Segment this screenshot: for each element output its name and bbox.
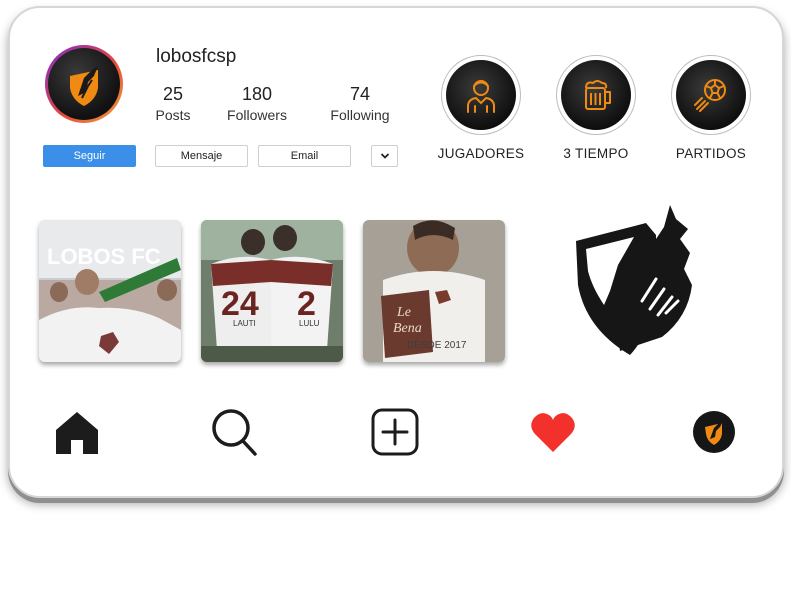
profile-avatar-icon xyxy=(693,411,735,453)
svg-text:Bena: Bena xyxy=(393,321,422,336)
post-photo-team-backs: 24 2 LAUTI LULU xyxy=(201,220,343,362)
stat-followers[interactable]: 180 Followers xyxy=(212,84,302,123)
highlight-label-jugadores: JUGADORES xyxy=(437,146,525,161)
home-icon xyxy=(56,412,98,454)
profile-nav-button[interactable] xyxy=(692,410,736,459)
highlight-jugadores[interactable] xyxy=(441,55,521,135)
stat-following[interactable]: 74 Following xyxy=(315,84,405,123)
search-nav-button[interactable] xyxy=(211,408,257,461)
post-2-jersey-left: 24 xyxy=(221,285,259,323)
more-options-button[interactable] xyxy=(371,145,398,167)
username: lobosfcsp xyxy=(156,46,237,67)
heart-icon xyxy=(531,413,575,452)
wolf-shield-logo xyxy=(576,205,692,355)
email-button[interactable]: Email xyxy=(258,145,351,167)
svg-text:Le: Le xyxy=(396,305,411,320)
followers-label: Followers xyxy=(227,107,287,123)
chevron-down-icon xyxy=(380,153,389,159)
post-2-jersey-right: 2 xyxy=(297,285,316,323)
activity-nav-button[interactable] xyxy=(530,410,576,459)
post-thumbnail[interactable]: 24 2 LAUTI LULU xyxy=(201,220,343,362)
player-icon xyxy=(467,80,495,113)
post-photo-jersey-display: Le Bena DESDE 2017 xyxy=(363,220,505,362)
beer-mug-icon xyxy=(585,80,611,110)
highlight-3-tiempo[interactable] xyxy=(556,55,636,135)
search-icon xyxy=(212,409,257,456)
posts-label: Posts xyxy=(155,107,191,123)
profile-avatar[interactable] xyxy=(45,45,123,123)
post-3-caption: DESDE 2017 xyxy=(407,340,467,351)
post-thumbnail[interactable]: LOBOS FC xyxy=(39,220,181,362)
wolf-logo-icon xyxy=(70,66,98,106)
post-photo-celebration: LOBOS FC xyxy=(39,220,181,362)
following-count: 74 xyxy=(349,84,371,104)
soccer-ball-icon xyxy=(694,79,726,112)
post-2-name-left: LAUTI xyxy=(233,319,256,328)
highlight-label-3-tiempo: 3 TIEMPO xyxy=(563,146,629,161)
add-post-nav-button[interactable] xyxy=(371,408,419,461)
post-1-caption: LOBOS FC xyxy=(47,244,161,269)
add-post-icon xyxy=(371,408,419,456)
home-nav-button[interactable] xyxy=(54,410,100,459)
posts-count: 25 xyxy=(162,84,184,104)
followers-count: 180 xyxy=(241,84,273,104)
message-button[interactable]: Mensaje xyxy=(155,145,248,167)
highlight-partidos[interactable] xyxy=(671,55,751,135)
following-label: Following xyxy=(330,107,390,123)
post-thumbnail[interactable]: Le Bena DESDE 2017 xyxy=(363,220,505,362)
highlight-label-partidos: PARTIDOS xyxy=(675,146,747,161)
follow-button[interactable]: Seguir xyxy=(43,145,136,167)
stat-posts[interactable]: 25 Posts xyxy=(128,84,218,123)
post-2-name-right: LULU xyxy=(299,319,320,328)
